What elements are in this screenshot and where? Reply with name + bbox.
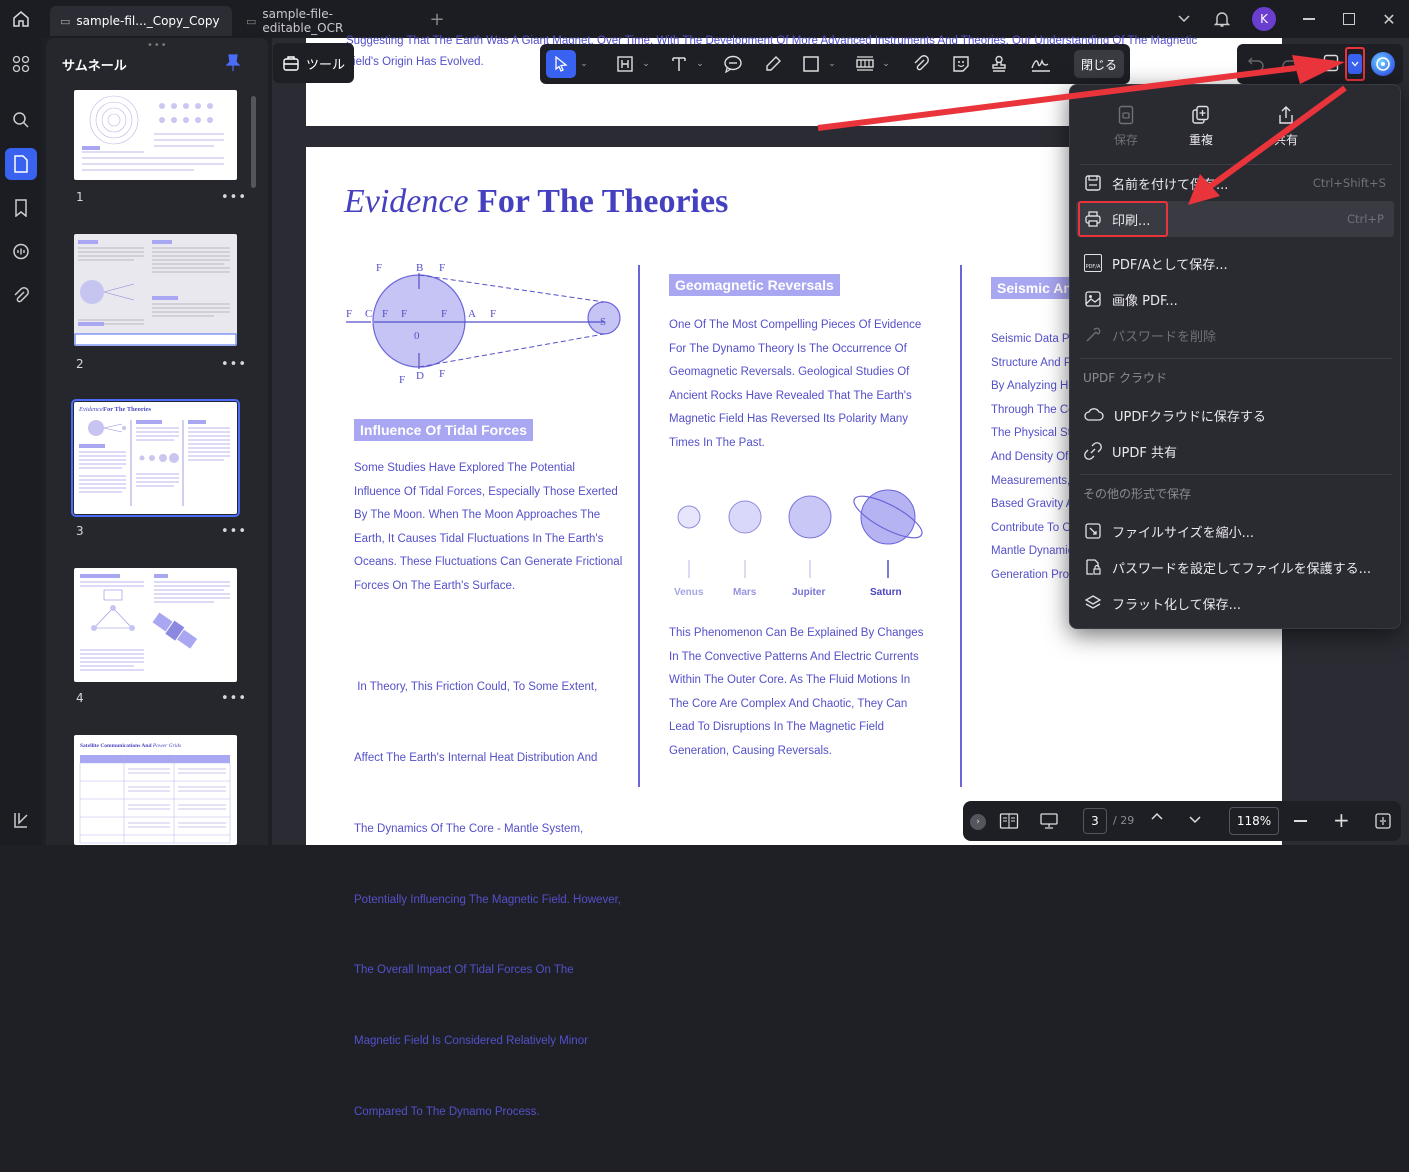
text-line: Compared To The Dynamo Process. [354,1105,540,1118]
annotation-arrows [817,55,1347,205]
zoom-in-icon[interactable]: + [1333,810,1350,830]
next-page-icon[interactable] [1188,815,1202,825]
zoom-level-input[interactable]: 118% [1229,807,1279,835]
zoom-out-icon[interactable] [1294,820,1307,822]
presentation-icon[interactable] [1039,812,1059,830]
text-line: The Overall Impact Of Tidal Forces On Th… [354,964,574,977]
page-number-input[interactable]: 3 [1083,808,1107,834]
page-total: / 29 [1113,814,1135,827]
fit-page-icon[interactable] [1374,812,1392,830]
collapse-arrow-icon[interactable]: › [970,814,986,830]
text-line: Potentially Influencing The Magnetic Fie… [354,893,621,906]
page-layout-icon[interactable] [999,812,1019,830]
previous-page-icon[interactable] [1150,811,1164,821]
page-navigation-bar: › 3 / 29 118% + [963,801,1401,841]
text-line: Magnetic Field Is Considered Relatively … [354,1035,588,1048]
